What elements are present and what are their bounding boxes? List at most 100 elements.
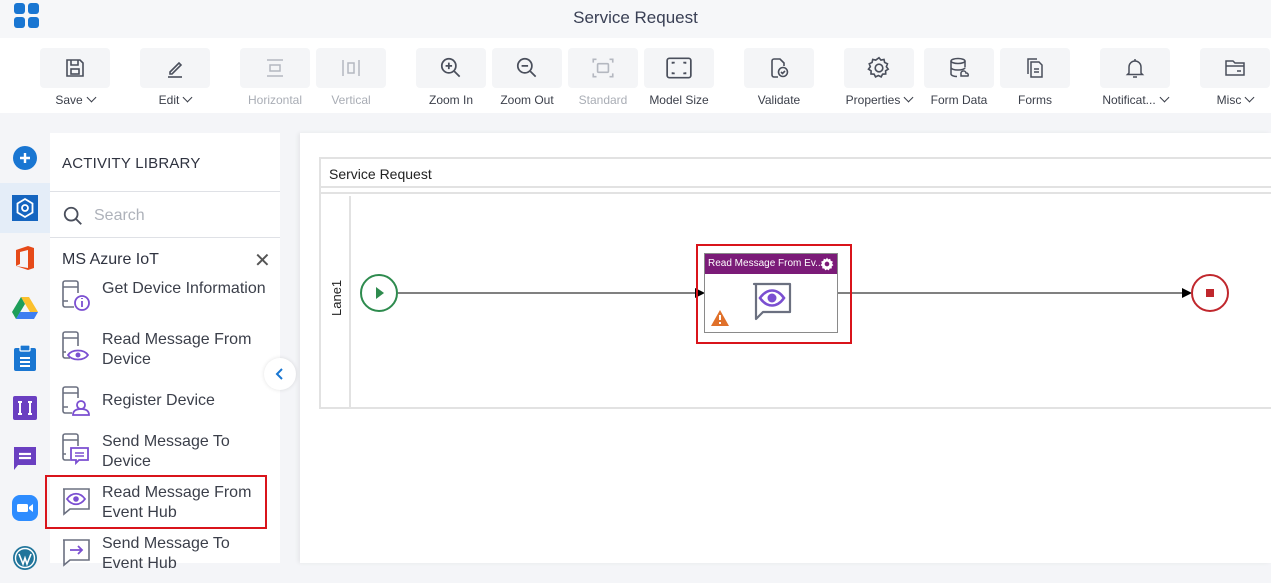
wordpress-icon bbox=[13, 546, 37, 570]
task-selection-outline bbox=[696, 244, 852, 344]
library-search bbox=[62, 205, 264, 227]
library-item[interactable]: Send Message To Event Hub bbox=[60, 534, 270, 574]
forms-icon bbox=[1027, 58, 1043, 78]
title-bar: Service Request bbox=[0, 0, 1271, 38]
library-item[interactable]: Read Message From Device bbox=[60, 330, 270, 370]
library-item-label: Register Device bbox=[102, 392, 215, 409]
start-event[interactable] bbox=[360, 274, 398, 312]
misc-label: Misc bbox=[1216, 93, 1242, 107]
save-label: Save bbox=[55, 93, 83, 107]
edit-button[interactable]: Edit bbox=[140, 48, 210, 107]
library-item-label: Send Message To Event Hub bbox=[102, 535, 230, 572]
bell-icon bbox=[1125, 59, 1145, 78]
library-item[interactable]: Send Message To Device bbox=[60, 432, 270, 472]
forms-button[interactable]: Forms bbox=[1000, 48, 1070, 107]
form-data-button[interactable]: Form Data bbox=[924, 48, 994, 107]
save-icon bbox=[66, 59, 84, 77]
chevron-down-icon bbox=[1244, 92, 1255, 103]
diagram-connectors bbox=[360, 274, 1229, 312]
standard-button[interactable]: Standard bbox=[568, 48, 638, 107]
selection-highlight bbox=[45, 475, 267, 529]
horizontal-button[interactable]: Horizontal bbox=[240, 48, 310, 107]
save-button[interactable]: Save bbox=[40, 48, 110, 107]
rail-office[interactable] bbox=[0, 233, 50, 283]
library-item-label: Read Message From Device bbox=[102, 331, 252, 368]
divider bbox=[50, 191, 280, 192]
library-item[interactable]: Get Device Information bbox=[60, 279, 270, 315]
zoom-out-icon bbox=[516, 57, 537, 78]
process-canvas[interactable]: Service Request Lane1 Read Message From … bbox=[300, 133, 1271, 563]
standard-label: Standard bbox=[578, 93, 628, 107]
chat-icon bbox=[14, 447, 36, 470]
forms-label: Forms bbox=[1018, 93, 1052, 107]
rail-text-tool[interactable] bbox=[0, 383, 50, 433]
zoom-in-button[interactable]: Zoom In bbox=[416, 48, 486, 107]
collapse-library-button[interactable] bbox=[264, 358, 296, 390]
model-size-label: Model Size bbox=[649, 93, 709, 107]
chevron-down-icon bbox=[182, 92, 193, 103]
device-send-icon bbox=[62, 433, 89, 466]
horizontal-layout-icon bbox=[267, 59, 283, 77]
app-rail bbox=[0, 133, 50, 570]
pencil-icon bbox=[168, 61, 183, 78]
chevron-left-icon bbox=[275, 368, 283, 380]
fit-screen-icon bbox=[666, 57, 692, 79]
category-title: MS Azure IoT bbox=[62, 251, 159, 268]
notifications-button[interactable]: Notificat... bbox=[1100, 48, 1170, 107]
zoom-in-label: Zoom In bbox=[428, 93, 473, 107]
zoom-out-label: Zoom Out bbox=[500, 93, 554, 107]
library-item-label: Send Message To Device bbox=[102, 433, 230, 470]
validate-button[interactable]: Validate bbox=[744, 48, 814, 107]
notifications-label: Notificat... bbox=[1102, 93, 1156, 107]
vertical-label: Vertical bbox=[331, 93, 371, 107]
close-icon[interactable]: ✕ bbox=[254, 251, 271, 271]
rail-wordpress[interactable] bbox=[0, 533, 50, 583]
rail-azure-iot[interactable] bbox=[0, 183, 50, 233]
end-event[interactable] bbox=[1191, 274, 1229, 312]
search-icon bbox=[63, 206, 82, 225]
database-icon bbox=[950, 57, 970, 78]
chevron-down-icon bbox=[1159, 92, 1170, 103]
plus-circle-icon bbox=[13, 146, 37, 170]
divider bbox=[50, 237, 280, 238]
form-data-label: Form Data bbox=[930, 93, 988, 107]
horizontal-label: Horizontal bbox=[247, 93, 303, 107]
properties-button[interactable]: Properties bbox=[844, 48, 914, 107]
standard-size-icon bbox=[592, 58, 614, 78]
google-drive-icon bbox=[12, 297, 38, 319]
model-size-button[interactable]: Model Size bbox=[644, 48, 714, 107]
eventhub-send-icon bbox=[63, 539, 90, 567]
chevron-down-icon bbox=[903, 92, 914, 103]
validate-icon bbox=[771, 58, 789, 78]
office-icon bbox=[16, 246, 34, 270]
vertical-layout-icon bbox=[342, 60, 360, 76]
misc-button[interactable]: Misc bbox=[1200, 48, 1270, 107]
vertical-button[interactable]: Vertical bbox=[316, 48, 386, 107]
gear-icon bbox=[867, 56, 890, 78]
rail-zoom[interactable] bbox=[0, 483, 50, 533]
library-item[interactable]: Register Device bbox=[60, 385, 270, 421]
rail-clipboard[interactable] bbox=[0, 333, 50, 383]
window-title: Service Request bbox=[573, 8, 698, 27]
rail-google-drive[interactable] bbox=[0, 283, 50, 333]
clipboard-icon bbox=[14, 345, 36, 371]
azure-iot-icon bbox=[12, 195, 38, 221]
folder-icon bbox=[1225, 60, 1245, 76]
chevron-down-icon bbox=[86, 92, 97, 103]
search-input[interactable] bbox=[94, 207, 264, 225]
toolbar: Save Edit Horizontal Vertical Zoom In Zo… bbox=[0, 38, 1271, 113]
zoom-out-button[interactable]: Zoom Out bbox=[492, 48, 562, 107]
device-read-icon bbox=[62, 331, 90, 361]
video-icon bbox=[12, 495, 38, 521]
validate-label: Validate bbox=[757, 93, 801, 107]
zoom-in-icon bbox=[440, 57, 461, 78]
rail-chat[interactable] bbox=[0, 433, 50, 483]
device-info-icon bbox=[62, 280, 90, 311]
text-icon bbox=[13, 396, 37, 420]
library-title: ACTIVITY LIBRARY bbox=[62, 155, 201, 172]
edit-label: Edit bbox=[158, 93, 180, 107]
device-register-icon bbox=[62, 386, 90, 416]
stop-icon bbox=[1206, 289, 1214, 297]
library-item-label: Get Device Information bbox=[102, 280, 266, 297]
rail-add[interactable] bbox=[0, 133, 50, 183]
